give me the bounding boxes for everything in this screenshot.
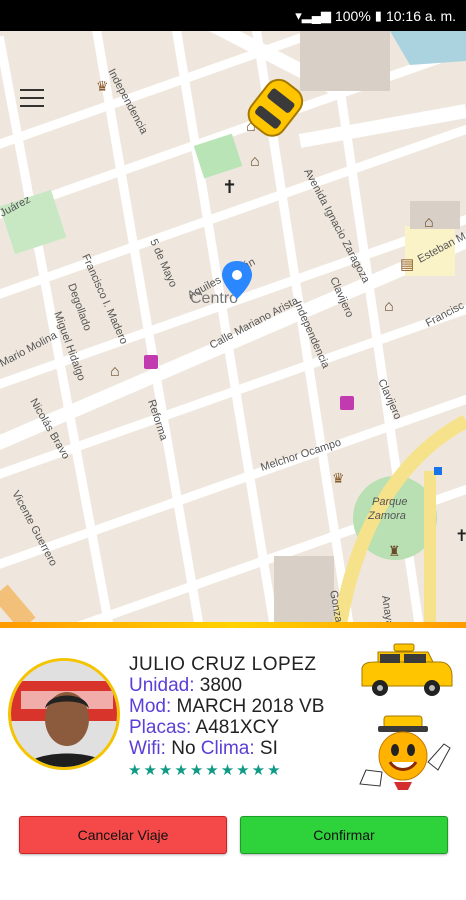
museum-icon: ⌂: [424, 214, 434, 231]
driver-panel: JULIO CRUZ LOPEZ Unidad: 3800 Mod: MARCH…: [0, 628, 466, 900]
star-icon: ★: [205, 762, 219, 779]
map-canvas: Independencia Aquiles Serdán 5 de Mayo F…: [0, 31, 466, 624]
street-label: Anaya: [379, 595, 395, 624]
taxi-car-icon: [358, 642, 454, 707]
star-icon: ★: [220, 762, 235, 779]
battery-level: 100%: [334, 7, 371, 24]
library-icon: ▤: [400, 256, 414, 273]
menu-icon[interactable]: [20, 89, 44, 107]
climate-label: Clima:: [200, 738, 255, 759]
unit-value: 3800: [199, 675, 243, 696]
star-icon: ★: [158, 762, 173, 779]
star-icon: ★: [251, 762, 266, 779]
theater-icon: ♛: [332, 470, 345, 486]
star-icon: ★: [174, 762, 188, 779]
wifi-value: No: [171, 738, 196, 759]
map-view[interactable]: Independencia Aquiles Serdán 5 de Mayo F…: [0, 31, 466, 624]
confirm-button[interactable]: Confirmar: [240, 816, 448, 854]
church-icon: ✝: [455, 528, 466, 545]
shop-icon: [144, 355, 158, 369]
star-icon: ★: [128, 762, 142, 779]
church-icon: ✝: [222, 177, 237, 197]
model-label: Mod:: [129, 696, 172, 717]
museum-icon: ⌂: [384, 298, 394, 315]
shop-icon: [340, 396, 354, 410]
bus-stop-icon: [434, 467, 442, 475]
taxi-mascot-icon: [358, 714, 454, 795]
cancel-trip-button[interactable]: Cancelar Viaje: [19, 816, 227, 854]
plates-value: A481XCY: [195, 717, 279, 738]
street-label: Degollado: [65, 282, 93, 333]
unit-row: Unidad: 3800: [129, 675, 324, 696]
model-value: MARCH 2018 VB: [176, 696, 325, 717]
amenities-row: Wifi: No Clima: SI: [129, 738, 324, 759]
street-label: Francisco I. Madero: [79, 252, 129, 346]
plates-row: Placas: A481XCY: [129, 717, 324, 738]
museum-icon: ⌂: [110, 363, 120, 380]
star-icon: ★: [236, 762, 250, 779]
street-label: Zamora: [367, 510, 406, 522]
driver-name: JULIO CRUZ LOPEZ: [129, 654, 317, 675]
plates-label: Placas:: [129, 717, 192, 738]
driver-rating: ★ ★ ★ ★ ★ ★ ★ ★ ★ ★: [128, 761, 281, 779]
wifi-signal-icon: ▾▂▄▆: [295, 7, 331, 23]
driver-info: JULIO CRUZ LOPEZ Unidad: 3800 Mod: MARCH…: [129, 654, 324, 759]
street-label: Melchor Ocampo: [259, 437, 342, 474]
star-icon: ★: [189, 762, 204, 779]
clock: 10:16 a. m.: [385, 7, 456, 24]
wifi-label: Wifi:: [129, 738, 166, 759]
star-icon: ★: [267, 762, 281, 779]
map-center-label: Centro: [190, 290, 238, 307]
driver-avatar: [8, 658, 120, 770]
monument-icon: ♜: [388, 543, 401, 559]
unit-label: Unidad:: [129, 675, 195, 696]
climate-value: SI: [259, 738, 278, 759]
battery-icon: ▮: [374, 7, 382, 23]
street-label: Parque: [372, 496, 407, 508]
street-label: 5 de Mayo: [147, 237, 179, 289]
museum-icon: ⌂: [250, 153, 260, 170]
star-icon: ★: [143, 762, 157, 779]
status-bar: ▾▂▄▆ 100% ▮ 10:16 a. m.: [0, 0, 466, 31]
model-row: Mod: MARCH 2018 VB: [129, 696, 324, 717]
theater-icon: ♛: [96, 78, 109, 94]
